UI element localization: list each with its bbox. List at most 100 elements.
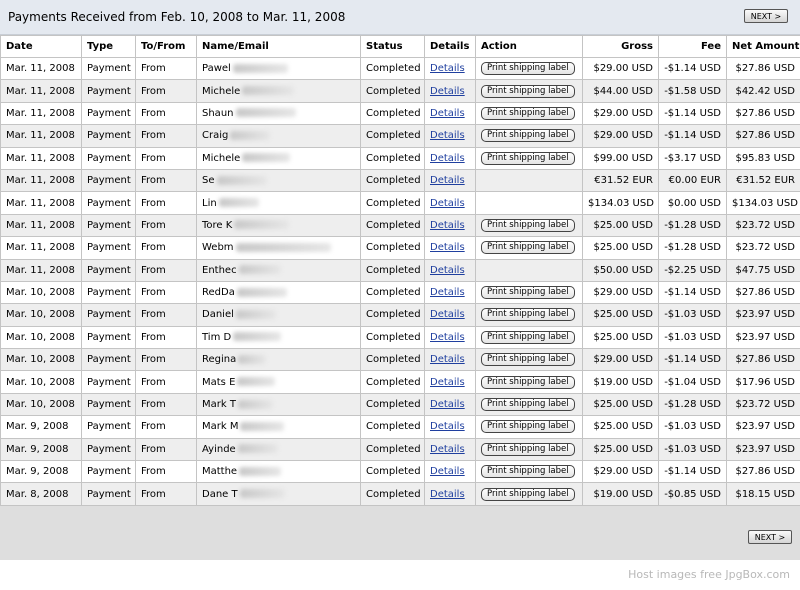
column-header-type[interactable]: Type [81, 35, 136, 58]
table-row: Mar. 9, 2008 Payment From Mark M Completed De… [0, 415, 800, 439]
print-shipping-label-button[interactable]: Print shipping label [481, 330, 575, 344]
print-shipping-label-button[interactable]: Print shipping label [481, 442, 575, 456]
cell-type: Payment [81, 280, 136, 305]
redacted-email-blur [237, 399, 273, 409]
cell-name-email: Regina [196, 348, 361, 372]
cell-tofrom: From [135, 437, 197, 462]
print-shipping-label-button[interactable]: Print shipping label [481, 375, 575, 389]
cell-tofrom: From [135, 325, 197, 350]
cell-action: Print shipping label [475, 236, 583, 260]
table-row: Mar. 10, 2008 Payment From Mats E Completed D… [0, 370, 800, 394]
cell-action: Print shipping label [475, 415, 583, 439]
details-link[interactable]: Details [430, 332, 465, 343]
column-header-gross[interactable]: Gross [582, 35, 659, 58]
panel-header: Payments Received from Feb. 10, 2008 to … [0, 0, 800, 35]
cell-status: Completed [360, 437, 425, 462]
table-row: Mar. 11, 2008 Payment From Craig Completed De… [0, 124, 800, 148]
details-link[interactable]: Details [430, 309, 465, 320]
cell-date: Mar. 10, 2008 [0, 370, 82, 394]
details-link[interactable]: Details [430, 399, 465, 410]
details-link[interactable]: Details [430, 108, 465, 119]
cell-status: Completed [360, 460, 425, 484]
cell-status: Completed [360, 79, 425, 103]
print-shipping-label-button[interactable]: Print shipping label [481, 151, 575, 165]
details-link[interactable]: Details [430, 444, 465, 455]
print-shipping-label-button[interactable]: Print shipping label [481, 286, 575, 300]
details-link[interactable]: Details [430, 354, 465, 365]
redacted-email-blur [233, 332, 282, 342]
details-link[interactable]: Details [430, 265, 465, 276]
details-link[interactable]: Details [430, 377, 465, 388]
cell-details: Details [424, 213, 476, 238]
details-link[interactable]: Details [430, 198, 465, 209]
print-shipping-label-button[interactable]: Print shipping label [481, 465, 575, 479]
cell-action [475, 191, 583, 215]
print-shipping-label-button[interactable]: Print shipping label [481, 218, 575, 232]
redacted-email-blur [238, 354, 267, 364]
cell-net-amount: $23.97 USD [726, 325, 800, 350]
cell-date: Mar. 11, 2008 [0, 56, 82, 81]
payer-name: Michele [202, 85, 241, 97]
details-link[interactable]: Details [430, 489, 465, 500]
cell-tofrom: From [135, 370, 197, 394]
next-page-button-top[interactable]: NEXT > [744, 9, 788, 23]
cell-tofrom: From [135, 213, 197, 238]
details-link[interactable]: Details [430, 466, 465, 477]
details-link[interactable]: Details [430, 153, 465, 164]
cell-type: Payment [81, 325, 136, 350]
payer-name: Se [202, 175, 215, 187]
payer-name: Enthec [202, 264, 237, 276]
cell-details: Details [424, 348, 476, 372]
column-header-net-amount[interactable]: Net Amount [726, 35, 800, 58]
cell-fee: -$1.58 USD [658, 79, 727, 103]
cell-status: Completed [360, 168, 425, 193]
details-link[interactable]: Details [430, 287, 465, 298]
cell-status: Completed [360, 348, 425, 372]
column-header-date[interactable]: Date [0, 35, 82, 58]
print-shipping-label-button[interactable]: Print shipping label [481, 487, 575, 501]
column-header-status[interactable]: Status [360, 35, 425, 58]
column-header-name-email[interactable]: Name/Email [196, 35, 361, 58]
next-page-button-bottom[interactable]: NEXT > [748, 530, 792, 544]
print-shipping-label-button[interactable]: Print shipping label [481, 129, 575, 143]
cell-tofrom: From [135, 191, 197, 215]
cell-name-email: Lin [196, 191, 361, 215]
column-header-tofrom[interactable]: To/From [135, 35, 197, 58]
column-header-fee[interactable]: Fee [658, 35, 727, 58]
cell-date: Mar. 10, 2008 [0, 392, 82, 417]
cell-tofrom: From [135, 56, 197, 81]
cell-fee: €0.00 EUR [658, 168, 727, 193]
details-link[interactable]: Details [430, 242, 465, 253]
table-row: Mar. 10, 2008 Payment From RedDa Completed De… [0, 280, 800, 305]
print-shipping-label-button[interactable]: Print shipping label [481, 353, 575, 367]
cell-status: Completed [360, 415, 425, 439]
cell-fee: -$2.25 USD [658, 258, 727, 282]
details-link[interactable]: Details [430, 175, 465, 186]
table-body: Mar. 11, 2008 Payment From Pawel Completed De… [0, 56, 800, 506]
print-shipping-label-button[interactable]: Print shipping label [481, 420, 575, 434]
print-shipping-label-button[interactable]: Print shipping label [481, 62, 575, 76]
payer-name: Craig [202, 130, 229, 142]
cell-name-email: Enthec [196, 258, 361, 282]
cell-name-email: Webm [196, 236, 361, 260]
cell-status: Completed [360, 482, 425, 506]
cell-details: Details [424, 79, 476, 103]
cell-date: Mar. 11, 2008 [0, 258, 82, 282]
cell-details: Details [424, 460, 476, 484]
print-shipping-label-button[interactable]: Print shipping label [481, 398, 575, 412]
details-link[interactable]: Details [430, 130, 465, 141]
redacted-email-blur [240, 421, 285, 431]
print-shipping-label-button[interactable]: Print shipping label [481, 241, 575, 255]
cell-date: Mar. 8, 2008 [0, 482, 82, 506]
print-shipping-label-button[interactable]: Print shipping label [481, 106, 575, 120]
details-link[interactable]: Details [430, 220, 465, 231]
cell-name-email: Ayinde [196, 437, 361, 462]
cell-tofrom: From [135, 101, 197, 126]
cell-net-amount: $47.75 USD [726, 258, 800, 282]
print-shipping-label-button[interactable]: Print shipping label [481, 308, 575, 322]
details-link[interactable]: Details [430, 63, 465, 74]
print-shipping-label-button[interactable]: Print shipping label [481, 84, 575, 98]
details-link[interactable]: Details [430, 421, 465, 432]
details-link[interactable]: Details [430, 86, 465, 97]
cell-gross: €31.52 EUR [582, 168, 659, 193]
